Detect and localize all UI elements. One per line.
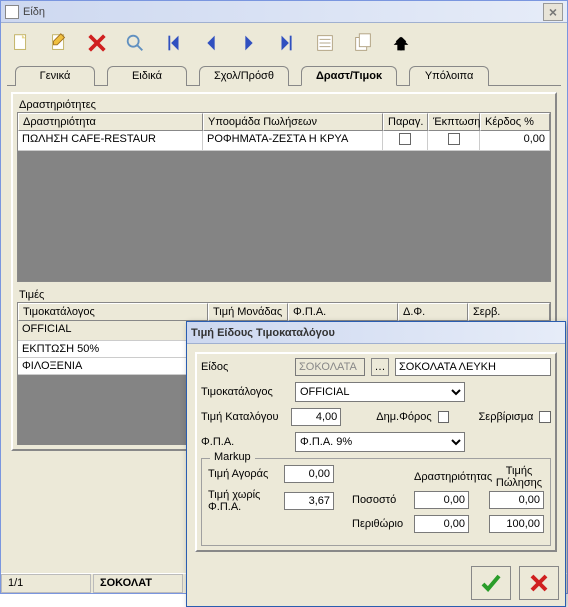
delete-button[interactable] <box>81 27 113 59</box>
cell-pricelist: ΦΙΛΟΞΕΝΙΑ <box>18 358 208 375</box>
col-discount[interactable]: Έκπτωση <box>428 113 480 131</box>
col-df[interactable]: Δ.Φ. <box>398 303 468 321</box>
col-vat[interactable]: Φ.Π.Α. <box>288 303 398 321</box>
new-button[interactable] <box>5 27 37 59</box>
cell-profit: 0,00 <box>480 131 550 151</box>
label-tax: Δημ.Φόρος <box>376 411 431 423</box>
dialog-title: Τιμή Είδους Τιμοκαταλόγου <box>191 327 561 339</box>
tabs-bar: Γενικά Ειδικά Σχολ/Πρόσθ Δραστ/Τιμοκ Υπό… <box>7 65 561 86</box>
item-lookup-button[interactable]: … <box>371 358 389 376</box>
item-code-field <box>295 358 365 376</box>
next-button[interactable] <box>233 27 265 59</box>
tab-general[interactable]: Γενικά <box>15 66 95 86</box>
app-icon <box>5 5 19 19</box>
label-serving: Σερβίρισμα <box>479 411 534 423</box>
pricelist-select[interactable]: OFFICIAL <box>295 382 465 402</box>
window-title: Είδη <box>23 6 543 18</box>
prices-label: Τιμές <box>17 288 551 302</box>
close-button[interactable]: × <box>543 3 563 21</box>
cancel-button[interactable] <box>519 566 559 600</box>
margin-activity-field[interactable] <box>414 515 469 533</box>
col-prod[interactable]: Παραγ. <box>383 113 428 131</box>
col-salesgroup[interactable]: Υποομάδα Πωλήσεων <box>203 113 383 131</box>
titlebar: Είδη × <box>1 1 567 23</box>
label-saleprice-col: Τιμής Πώλησης <box>494 465 544 489</box>
vat-select[interactable]: Φ.Π.Α. 9% <box>295 432 465 452</box>
novat-field[interactable] <box>284 492 334 510</box>
label-activity-col: Δραστηριότητας <box>414 471 488 483</box>
tab-activities-prices[interactable]: Δραστ/Τιμοκ <box>301 66 397 86</box>
checkbox-icon[interactable] <box>448 133 460 145</box>
export-button[interactable] <box>385 27 417 59</box>
edit-button[interactable] <box>43 27 75 59</box>
toolbar <box>1 23 567 63</box>
label-vat: Φ.Π.Α. <box>201 436 289 448</box>
list-button[interactable] <box>309 27 341 59</box>
col-pricelist[interactable]: Τιμοκατάλογος <box>18 303 208 321</box>
cell-prod[interactable] <box>383 131 428 151</box>
activities-group: Δραστηριότητες Δραστηριότητα Υποομάδα Πω… <box>17 98 551 282</box>
label-pricelist: Τιμοκατάλογος <box>201 386 289 398</box>
margin-sale-field[interactable] <box>489 515 544 533</box>
copy-button[interactable] <box>347 27 379 59</box>
status-item: ΣΟΚΟΛΑΤ <box>93 574 183 593</box>
label-percent: Ποσοστό <box>352 494 408 506</box>
label-buyprice: Τιμή Αγοράς <box>208 468 278 480</box>
percent-activity-field[interactable] <box>414 491 469 509</box>
catalogprice-field[interactable] <box>291 408 341 426</box>
cell-salesgroup: ΡΟΦΗΜΑΤΑ-ΖΕΣΤΑ Η ΚΡΥΑ <box>203 131 383 151</box>
col-activity[interactable]: Δραστηριότητα <box>18 113 203 131</box>
activities-label: Δραστηριότητες <box>17 98 551 112</box>
col-profit[interactable]: Κέρδος % <box>480 113 550 131</box>
label-novat: Τιμή χωρίς Φ.Π.Α. <box>208 489 278 513</box>
markup-legend: Markup <box>210 451 255 463</box>
cell-pricelist: OFFICIAL <box>18 321 208 341</box>
tab-special[interactable]: Ειδικά <box>107 66 187 86</box>
checkbox-icon[interactable] <box>399 133 411 145</box>
serving-checkbox[interactable] <box>539 411 551 423</box>
item-name-field <box>395 358 551 376</box>
cell-activity: ΠΩΛΗΣΗ CAFE-RESTAUR <box>18 131 203 151</box>
tax-checkbox[interactable] <box>438 411 450 423</box>
prev-button[interactable] <box>195 27 227 59</box>
table-row[interactable]: ΠΩΛΗΣΗ CAFE-RESTAUR ΡΟΦΗΜΑΤΑ-ΖΕΣΤΑ Η ΚΡΥ… <box>18 131 550 151</box>
price-dialog: Τιμή Είδους Τιμοκαταλόγου Είδος … Τιμοκα… <box>186 321 566 607</box>
grid-empty-area <box>18 151 550 281</box>
ok-button[interactable] <box>471 566 511 600</box>
first-button[interactable] <box>157 27 189 59</box>
percent-sale-field[interactable] <box>489 491 544 509</box>
buyprice-field[interactable] <box>284 465 334 483</box>
label-item: Είδος <box>201 361 289 373</box>
markup-fieldset: Markup Τιμή Αγοράς Τιμή χωρίς Φ.Π.Α. Δρα… <box>201 458 551 546</box>
col-unitprice[interactable]: Τιμή Μονάδας <box>208 303 288 321</box>
activities-grid[interactable]: Δραστηριότητα Υποομάδα Πωλήσεων Παραγ. Έ… <box>17 112 551 282</box>
col-serv[interactable]: Σερβ. <box>468 303 550 321</box>
search-button[interactable] <box>119 27 151 59</box>
label-catalogprice: Τιμή Καταλόγου <box>201 411 285 423</box>
cell-discount[interactable] <box>428 131 480 151</box>
tab-balance[interactable]: Υπόλοιπα <box>409 66 489 86</box>
tab-notes[interactable]: Σχολ/Πρόσθ <box>199 66 289 86</box>
last-button[interactable] <box>271 27 303 59</box>
dialog-titlebar: Τιμή Είδους Τιμοκαταλόγου <box>187 322 565 344</box>
status-page: 1/1 <box>1 574 91 593</box>
main-window: Είδη × Γενικά Ειδικά Σχολ/Πρόσθ Δραστ/Τι… <box>0 0 568 594</box>
label-margin: Περιθώριο <box>352 518 408 530</box>
cell-pricelist: ΕΚΠΤΩΣΗ 50% <box>18 341 208 358</box>
